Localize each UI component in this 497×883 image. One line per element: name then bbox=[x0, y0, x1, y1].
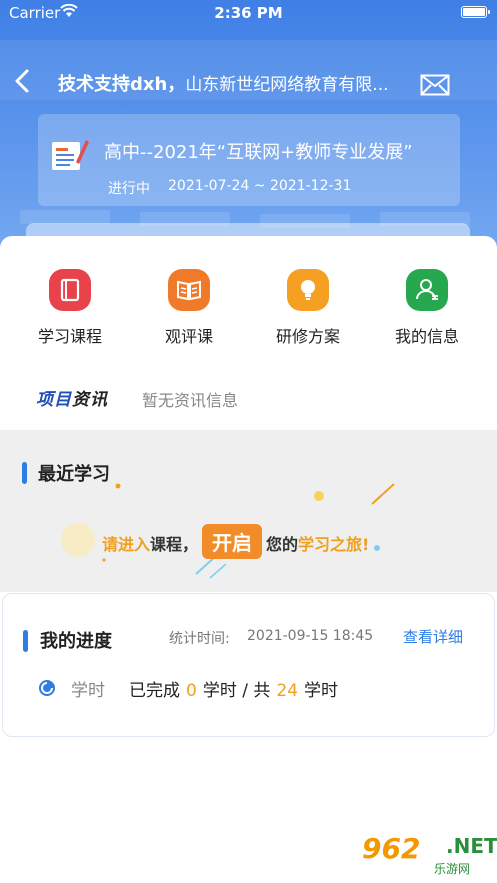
project-title: 高中--2021年“互联网+教师专业发展” bbox=[104, 142, 413, 163]
main-content: 学习课程 观评课 研修方案 我的信息 项目资讯 暂无资讯信息 最近学习 请进入课… bbox=[0, 236, 497, 883]
completed-hours: 0 bbox=[186, 681, 197, 701]
project-date-range: 2021-07-24 ~ 2021-12-31 bbox=[168, 178, 352, 194]
menu-label-my-info: 我的信息 bbox=[394, 327, 459, 346]
completed-label: 已完成 bbox=[129, 681, 180, 701]
badge-part-1: 项目 bbox=[36, 390, 72, 410]
menu-item-lesson-review[interactable]: 观评课 bbox=[139, 269, 239, 359]
open-book-icon bbox=[168, 269, 210, 311]
banner-text-part: 您的 bbox=[266, 535, 299, 554]
hours-label: 学时 bbox=[71, 681, 105, 701]
progress-card: 我的进度 统计时间: 2021-09-15 18:45 查看详细 学时 已完成 0… bbox=[2, 593, 495, 737]
menu-item-study-plan[interactable]: 研修方案 bbox=[258, 269, 358, 359]
section-marker bbox=[23, 630, 28, 652]
start-button[interactable]: 开启 bbox=[202, 524, 263, 559]
status-bar: Carrier 2:36 PM bbox=[0, 0, 497, 28]
banner-text: 请进入课程， 开启 您的学习之旅! bbox=[102, 524, 369, 559]
menu-item-my-info[interactable]: 我的信息 bbox=[377, 269, 477, 359]
watermark-suffix: .NET bbox=[446, 834, 497, 858]
recent-study-section: 最近学习 请进入课程， 开启 您的学习之旅! bbox=[0, 430, 497, 592]
clock: 2:36 PM bbox=[214, 4, 283, 22]
notebook-icon bbox=[49, 269, 91, 311]
project-status: 进行中 bbox=[108, 181, 150, 197]
total-label: / 共 bbox=[242, 681, 271, 701]
background-desk bbox=[20, 210, 110, 224]
project-notebook-icon bbox=[52, 140, 89, 170]
menu-label-study-plan: 研修方案 bbox=[275, 327, 340, 346]
progress-title: 我的进度 bbox=[40, 631, 112, 652]
menu-label-courses: 学习课程 bbox=[37, 327, 102, 346]
banner-text-part: 课程， bbox=[150, 535, 199, 554]
section-marker bbox=[22, 462, 27, 484]
watermark-name: 乐游网 bbox=[434, 862, 471, 876]
project-card[interactable]: 高中--2021年“互联网+教师专业发展” 进行中 2021-07-24 ~ 2… bbox=[38, 114, 460, 206]
site-watermark: 962 .NET 乐游网 bbox=[362, 832, 497, 878]
lightbulb-icon bbox=[287, 269, 329, 311]
total-hours: 24 bbox=[276, 681, 299, 701]
news-empty-text: 暂无资讯信息 bbox=[142, 391, 239, 410]
stat-time-label: 统计时间: bbox=[169, 631, 230, 647]
project-news-badge: 项目资讯 bbox=[36, 385, 108, 410]
banner-text-part: 请进入 bbox=[102, 535, 151, 554]
progress-summary: 已完成 0 学时 / 共 24 学时 bbox=[129, 676, 338, 701]
page-title: 技术支持dxh，山东新世纪网络教育有限... bbox=[58, 70, 408, 96]
back-arrow-icon[interactable] bbox=[12, 68, 34, 94]
navigation-bar: 技术支持dxh，山东新世纪网络教育有限... bbox=[0, 62, 497, 102]
hours-unit: 学时 bbox=[202, 681, 237, 701]
organization-name: 山东新世纪网络教育有限... bbox=[185, 75, 389, 95]
total-unit: 学时 bbox=[304, 681, 339, 701]
banner-text-part: 学习之旅! bbox=[298, 535, 370, 554]
user-name: 技术支持dxh， bbox=[58, 74, 186, 95]
mail-icon[interactable] bbox=[420, 74, 450, 96]
user-icon bbox=[406, 269, 448, 311]
watermark-number: 962 bbox=[362, 832, 421, 865]
menu-item-courses[interactable]: 学习课程 bbox=[20, 269, 120, 359]
badge-part-2: 资讯 bbox=[72, 390, 108, 410]
battery-icon bbox=[461, 6, 490, 18]
pie-chart-icon bbox=[39, 680, 55, 696]
view-detail-link[interactable]: 查看详细 bbox=[403, 626, 463, 647]
stat-time-value: 2021-09-15 18:45 bbox=[247, 628, 374, 644]
function-menu: 学习课程 观评课 研修方案 我的信息 bbox=[0, 269, 497, 359]
recent-study-banner[interactable]: 请进入课程， 开启 您的学习之旅! bbox=[0, 482, 497, 592]
menu-label-lesson-review: 观评课 bbox=[164, 327, 213, 346]
